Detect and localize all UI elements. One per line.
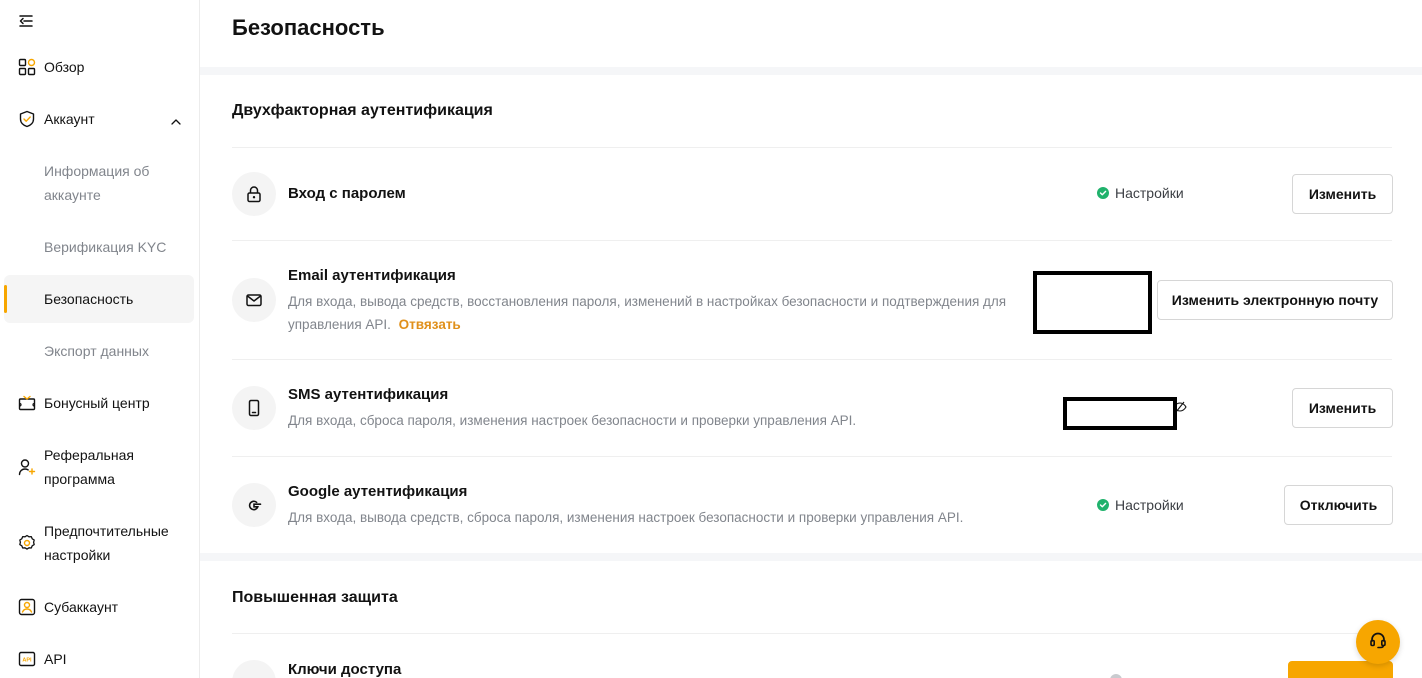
mail-icon xyxy=(232,278,276,322)
change-phone-button[interactable]: Изменить xyxy=(1292,388,1393,428)
change-email-button[interactable]: Изменить электронную почту xyxy=(1157,280,1393,320)
sidebar-item-subaccount[interactable]: Субаккаунт xyxy=(4,595,194,619)
row-title: Ключи доступа xyxy=(288,661,402,678)
lock-icon xyxy=(232,172,276,216)
main-content: Безопасность Двухфакторная аутентификаци… xyxy=(200,0,1422,678)
sidebar-item-account-info[interactable]: Информация об аккаунте xyxy=(4,155,194,211)
row-description: Для входа, сброса пароля, изменения наст… xyxy=(288,413,857,428)
sidebar-item-label: Обзор xyxy=(44,59,85,75)
row-description: Для входа, вывода средств, сброса пароля… xyxy=(288,510,964,525)
disable-google-auth-button[interactable]: Отключить xyxy=(1284,485,1393,525)
sidebar: Обзор Аккаунт Информация об аккаунте Вер… xyxy=(0,0,200,678)
chevron-up-icon xyxy=(170,114,182,132)
gift-icon xyxy=(18,394,36,412)
svg-text:API: API xyxy=(22,658,32,664)
user-plus-icon xyxy=(18,458,36,476)
redacted-phone xyxy=(1063,397,1177,430)
section-separator xyxy=(200,553,1422,561)
key-icon xyxy=(232,660,276,678)
row-title: SMS аутентификация xyxy=(288,386,449,403)
sidebar-item-security[interactable]: Безопасность xyxy=(4,275,194,323)
security-row-email: Email аутентификация Для входа, вывода с… xyxy=(232,241,1393,359)
sidebar-item-kyc[interactable]: Верификация KYC xyxy=(4,231,194,263)
sidebar-item-preferences[interactable]: Предпочтительные настройки xyxy=(4,519,194,567)
row-description: Для входа, вывода средств, восстановлени… xyxy=(288,290,1028,336)
security-row-passkeys: Ключи доступа xyxy=(232,634,1393,678)
status-text: Настройки xyxy=(1115,497,1184,513)
sidebar-item-label: API xyxy=(44,651,67,667)
check-circle-icon xyxy=(1097,187,1109,199)
sidebar-item-referral[interactable]: Реферальная программа xyxy=(4,443,194,491)
headset-icon xyxy=(1368,630,1388,655)
sidebar-item-label: Верификация KYC xyxy=(44,239,167,255)
page-title: Безопасность xyxy=(232,15,385,40)
sidebar-item-label: Безопасность xyxy=(44,291,134,307)
google-icon xyxy=(232,483,276,527)
sidebar-item-label: Информация об аккаунте xyxy=(44,163,150,203)
row-title: Google аутентификация xyxy=(288,483,468,500)
collapse-sidebar-icon[interactable] xyxy=(18,13,34,29)
api-icon: API xyxy=(18,650,36,668)
security-row-google: Google аутентификация Для входа, вывода … xyxy=(232,457,1393,553)
security-row-password: Вход с паролем Настройки Изменить xyxy=(232,148,1393,240)
redacted-email xyxy=(1033,271,1152,334)
sidebar-item-label: Субаккаунт xyxy=(44,599,119,615)
status-text: Настройки xyxy=(1115,185,1184,201)
unlink-email-link[interactable]: Отвязать xyxy=(399,317,461,332)
sidebar-item-label: Бонусный центр xyxy=(44,395,150,411)
sidebar-item-bonus-center[interactable]: Бонусный центр xyxy=(4,391,194,415)
status-badge: Настройки xyxy=(1097,497,1184,513)
section-title-advanced: Повышенная защита xyxy=(232,589,398,606)
check-circle-icon xyxy=(1097,499,1109,511)
sidebar-item-account[interactable]: Аккаунт xyxy=(4,107,194,131)
gear-icon xyxy=(18,534,36,552)
phone-icon xyxy=(232,386,276,430)
sidebar-item-label: Экспорт данных xyxy=(44,343,149,359)
row-title: Вход с паролем xyxy=(288,185,406,202)
user-icon xyxy=(18,598,36,616)
sidebar-item-label: Аккаунт xyxy=(44,111,95,127)
section-title-two-factor: Двухфакторная аутентификация xyxy=(232,102,493,119)
sidebar-item-api[interactable]: API API xyxy=(4,647,194,671)
security-row-sms: SMS аутентификация Для входа, сброса пар… xyxy=(232,360,1393,456)
support-chat-button[interactable] xyxy=(1356,620,1400,664)
sidebar-item-label: Предпочтительные настройки xyxy=(44,523,169,563)
sidebar-item-overview[interactable]: Обзор xyxy=(4,55,194,79)
sidebar-item-data-export[interactable]: Экспорт данных xyxy=(4,335,194,367)
sidebar-item-label: Реферальная программа xyxy=(44,447,134,487)
section-separator xyxy=(200,67,1422,75)
row-title: Email аутентификация xyxy=(288,267,456,284)
shield-icon xyxy=(18,110,36,128)
status-badge: Настройки xyxy=(1097,185,1184,201)
grid-icon xyxy=(18,58,36,76)
row-description-text: Для входа, вывода средств, восстановлени… xyxy=(288,294,1007,332)
change-password-button[interactable]: Изменить xyxy=(1292,174,1393,214)
status-dot xyxy=(1110,674,1122,678)
